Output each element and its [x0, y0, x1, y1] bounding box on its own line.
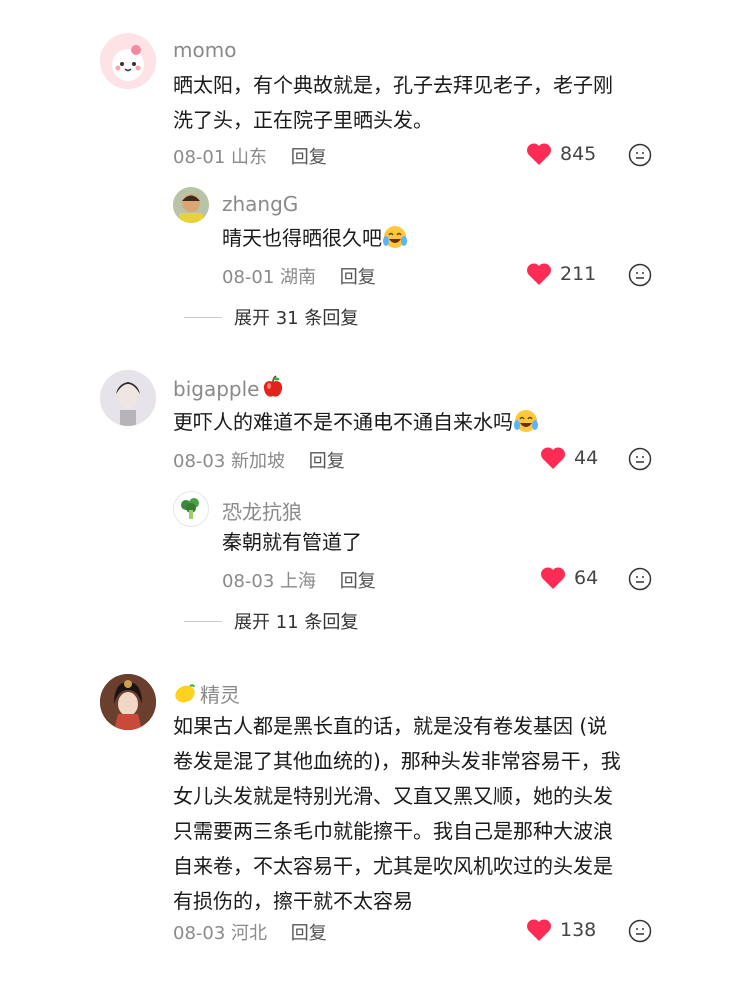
username[interactable]: 精灵 — [173, 679, 240, 710]
reply-button[interactable]: 回复 — [291, 147, 327, 168]
expand-replies-label: 展开 11 条回复 — [234, 612, 359, 633]
like-count: 44 — [574, 447, 599, 469]
divider — [184, 620, 222, 622]
like-count: 211 — [560, 263, 597, 285]
reply-text: 晴天也得晒很久吧 — [222, 221, 408, 261]
reply-button[interactable]: 回复 — [291, 923, 327, 944]
reply-text-content: 晴天也得晒很久吧 — [222, 226, 382, 250]
comment-meta: 08-01 湖南 回复 — [222, 263, 376, 289]
emoji-face-icon[interactable] — [628, 919, 652, 943]
expand-replies-label: 展开 31 条回复 — [234, 308, 359, 329]
comment-location: 山东 — [231, 147, 268, 168]
heart-icon — [540, 567, 566, 589]
reply-button[interactable]: 回复 — [340, 267, 376, 288]
like-count: 138 — [560, 919, 597, 941]
username[interactable]: 恐龙抗狼 — [222, 496, 302, 525]
comment-text: 如果古人都是黑长直的话，就是没有卷发基因 (说 卷发是混了其他血统的)，那种头发… — [173, 709, 621, 919]
comment-location: 河北 — [231, 923, 268, 944]
comment-meta: 08-01 山东 回复 — [173, 143, 327, 169]
reply-text: 秦朝就有管道了 — [222, 530, 362, 554]
comment-meta: 08-03 河北 回复 — [173, 919, 327, 945]
comment-date: 08-01 — [222, 267, 275, 288]
comment-line: 如果古人都是黑长直的话，就是没有卷发基因 (说 — [173, 714, 608, 738]
comment-location: 新加坡 — [231, 451, 286, 472]
like-count: 845 — [560, 143, 597, 165]
heart-icon — [540, 447, 566, 469]
avatar[interactable] — [100, 33, 156, 89]
comment-line: 更吓人的难道不是不通电不通自来水吗 — [173, 410, 513, 434]
emoji-face-icon[interactable] — [628, 567, 652, 591]
comment-meta: 08-03 上海 回复 — [222, 567, 376, 593]
comment-location: 湖南 — [280, 267, 317, 288]
avatar[interactable] — [100, 370, 156, 426]
comment-line: 晒太阳，有个典故就是，孔子去拜见老子，老子刚 — [173, 73, 613, 97]
lemon-emoji — [173, 681, 197, 710]
like-button[interactable]: 138 — [526, 918, 596, 942]
like-button[interactable]: 44 — [540, 446, 598, 470]
reply-button[interactable]: 回复 — [340, 571, 376, 592]
like-button[interactable]: 64 — [540, 566, 598, 590]
comment-text: 晒太阳，有个典故就是，孔子去拜见老子，老子刚 洗了头，正在院子里晒头发。 — [173, 68, 613, 138]
expand-replies-button[interactable]: 展开 31 条回复 — [184, 304, 358, 330]
comment-line: 只需要两三条毛巾就能擦干。我自己是那种大波浪 — [173, 819, 613, 843]
username-text: 精灵 — [200, 683, 240, 707]
heart-icon — [526, 919, 552, 941]
avatar[interactable] — [173, 491, 209, 527]
comment-date: 08-03 — [222, 571, 275, 592]
reply-button[interactable]: 回复 — [309, 451, 345, 472]
comment-location: 上海 — [280, 571, 317, 592]
comment-text: 更吓人的难道不是不通电不通自来水吗 — [173, 405, 539, 445]
heart-icon — [526, 263, 552, 285]
comment-date: 08-03 — [173, 451, 226, 472]
crying-laughing-emoji — [513, 408, 539, 445]
comment-meta: 08-03 新加坡 回复 — [173, 447, 345, 473]
comment-line: 洗了头，正在院子里晒头发。 — [173, 108, 433, 132]
like-button[interactable]: 845 — [526, 142, 596, 166]
comment-date: 08-03 — [173, 923, 226, 944]
comment-line: 卷发是混了其他血统的)，那种头发非常容易干，我 — [173, 749, 621, 773]
username-text: bigapple — [173, 377, 260, 401]
username[interactable]: zhangG — [222, 192, 298, 216]
emoji-face-icon[interactable] — [628, 263, 652, 287]
emoji-face-icon[interactable] — [628, 447, 652, 471]
avatar[interactable] — [100, 674, 156, 730]
like-button[interactable]: 211 — [526, 262, 596, 286]
avatar[interactable] — [173, 187, 209, 223]
like-count: 64 — [574, 567, 599, 589]
crying-laughing-emoji — [382, 224, 408, 261]
apple-emoji — [261, 375, 285, 404]
username[interactable]: momo — [173, 38, 236, 62]
heart-icon — [526, 143, 552, 165]
comment-line: 女儿头发就是特别光滑、又直又黑又顺，她的头发 — [173, 784, 613, 808]
comment-date: 08-01 — [173, 147, 226, 168]
broccoli-icon — [181, 498, 199, 519]
username[interactable]: bigapple — [173, 375, 285, 404]
emoji-face-icon[interactable] — [628, 143, 652, 167]
comment-line: 自来卷，不太容易干，尤其是吹风机吹过的头发是 — [173, 854, 613, 878]
expand-replies-button[interactable]: 展开 11 条回复 — [184, 608, 358, 634]
comment-line: 有损伤的，擦干就不太容易 — [173, 889, 413, 913]
divider — [184, 316, 222, 318]
